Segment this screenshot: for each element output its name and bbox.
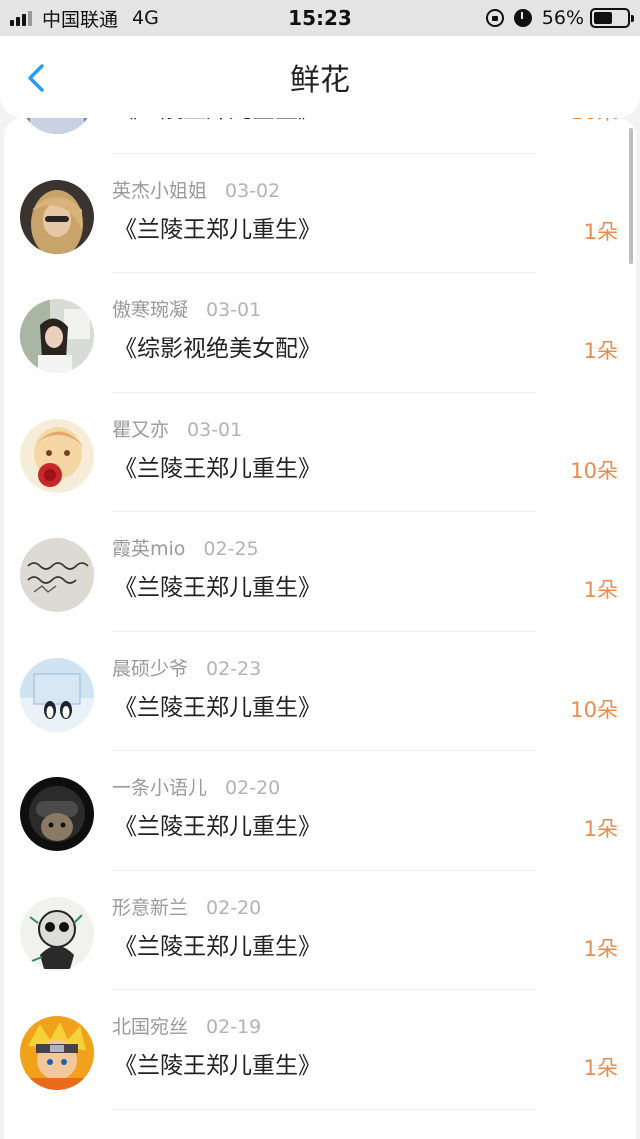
flower-list-item[interactable]: 英杰小姐姐 03-02 《兰陵王郑儿重生》 1朵 <box>4 154 636 273</box>
flower-count: 1朵 <box>583 1056 618 1080</box>
avatar[interactable] <box>20 118 94 134</box>
flower-list-item[interactable]: 瞿又亦 03-01 《兰陵王郑儿重生》 10朵 <box>4 393 636 512</box>
avatar-image <box>20 299 94 373</box>
book-title[interactable]: 《兰陵王郑儿重生》 <box>114 118 321 124</box>
book-title[interactable]: 《兰陵王郑儿重生》 <box>114 568 321 602</box>
user-name: 英杰小姐姐 <box>112 179 208 202</box>
avatar[interactable] <box>20 418 94 493</box>
avatar[interactable] <box>20 896 94 971</box>
avatar-image <box>20 118 94 134</box>
item-date: 03-01 <box>206 299 262 321</box>
avatar-image <box>20 538 94 612</box>
user-name: 形意新兰 <box>112 896 189 919</box>
flower-list-item[interactable]: 霞英mio 02-25 《兰陵王郑儿重生》 1朵 <box>4 512 636 632</box>
item-meta: 霞英mio 02-25 <box>112 534 259 561</box>
user-name: 瞿又亦 <box>112 418 170 441</box>
item-date: 02-23 <box>206 657 262 680</box>
flower-count: 1朵 <box>583 936 618 961</box>
book-title[interactable]: 《综影视绝美女配》 <box>114 329 321 363</box>
flower-count: 10朵 <box>570 697 618 722</box>
avatar[interactable] <box>20 657 94 732</box>
avatar[interactable] <box>20 299 94 373</box>
user-name: 北国宛丝 <box>112 1016 189 1038</box>
avatar[interactable] <box>20 179 94 254</box>
item-date: 02-20 <box>206 896 262 919</box>
flower-list-item[interactable]: 形意新兰 02-20 《兰陵王郑儿重生》 1朵 <box>4 871 636 990</box>
item-meta: 晨硕少爷 02-23 <box>112 654 261 681</box>
avatar[interactable] <box>20 1016 94 1090</box>
battery-icon <box>590 8 634 28</box>
status-bar: 中国联通 4G 15:23 56% <box>0 0 640 36</box>
flower-list-item[interactable]: 傲寒琬凝 03-01 《综影视绝美女配》 1朵 <box>4 273 636 393</box>
item-meta: 一条小语儿 02-20 <box>112 773 280 800</box>
flower-count: 10朵 <box>570 118 618 126</box>
scrollbar[interactable] <box>629 128 633 264</box>
user-name: 霞英mio <box>112 538 186 560</box>
flower-count: 1朵 <box>583 578 618 602</box>
battery-percent: 56% <box>541 7 584 29</box>
item-meta: 瞿又亦 03-01 <box>112 415 242 442</box>
flower-list-item[interactable]: 北国宛丝 02-19 《兰陵王郑儿重生》 1朵 <box>4 990 636 1110</box>
avatar-image <box>20 1016 94 1090</box>
battery-fill <box>594 12 612 24</box>
book-title[interactable]: 《兰陵王郑儿重生》 <box>114 1046 321 1080</box>
item-meta: 英杰小姐姐 03-02 <box>112 176 280 203</box>
avatar[interactable] <box>20 538 94 612</box>
flower-list-item[interactable]: 晨硕少爷 02-23 《兰陵王郑儿重生》 10朵 <box>4 632 636 751</box>
nav-bar: 鲜花 <box>0 36 640 118</box>
item-meta: 北国宛丝 02-19 <box>112 1012 261 1039</box>
divider <box>112 1108 536 1110</box>
book-title[interactable]: 《兰陵王郑儿重生》 <box>114 688 321 722</box>
item-date: 02-20 <box>225 777 281 799</box>
avatar[interactable] <box>20 777 94 851</box>
book-title[interactable]: 《兰陵王郑儿重生》 <box>114 210 321 244</box>
avatar-image <box>20 896 94 971</box>
item-meta: 形意新兰 02-20 <box>112 893 261 920</box>
book-title[interactable]: 《兰陵王郑儿重生》 <box>114 449 321 483</box>
avatar-image <box>20 657 94 732</box>
user-name: 傲寒琬凝 <box>112 299 189 321</box>
alarm-icon <box>513 9 532 27</box>
flower-count: 1朵 <box>583 219 618 244</box>
item-date: 02-25 <box>203 538 259 560</box>
item-date: 02-19 <box>206 1016 262 1038</box>
flower-list-item[interactable]: 一条小语儿 02-20 《兰陵王郑儿重生》 1朵 <box>4 751 636 871</box>
flower-list-item[interactable]: 彼岸《兰陵王郑儿重生》10朵 <box>4 118 636 154</box>
avatar-image <box>20 777 94 851</box>
status-right: 56% <box>485 0 634 36</box>
item-date: 03-01 <box>187 418 243 441</box>
user-name: 一条小语儿 <box>112 777 208 799</box>
flower-count: 10朵 <box>570 458 618 483</box>
item-meta: 傲寒琬凝 03-01 <box>112 295 261 322</box>
user-name: 晨硕少爷 <box>112 657 189 680</box>
flower-count: 1朵 <box>583 817 618 841</box>
flower-count: 1朵 <box>583 339 618 363</box>
book-title[interactable]: 《兰陵王郑儿重生》 <box>114 807 321 841</box>
flower-list-inner: 彼岸《兰陵王郑儿重生》10朵英杰小姐姐03-02《兰陵王郑儿重生》1朵傲寒琬凝0… <box>4 118 636 1110</box>
flower-list[interactable]: 彼岸《兰陵王郑儿重生》10朵英杰小姐姐03-02《兰陵王郑儿重生》1朵傲寒琬凝0… <box>4 118 636 1139</box>
rotation-lock-icon <box>485 9 504 27</box>
page-title: 鲜花 <box>290 63 350 98</box>
avatar-image <box>20 179 94 254</box>
book-title[interactable]: 《兰陵王郑儿重生》 <box>114 927 321 961</box>
avatar-image <box>20 418 94 493</box>
item-date: 03-02 <box>225 179 281 202</box>
